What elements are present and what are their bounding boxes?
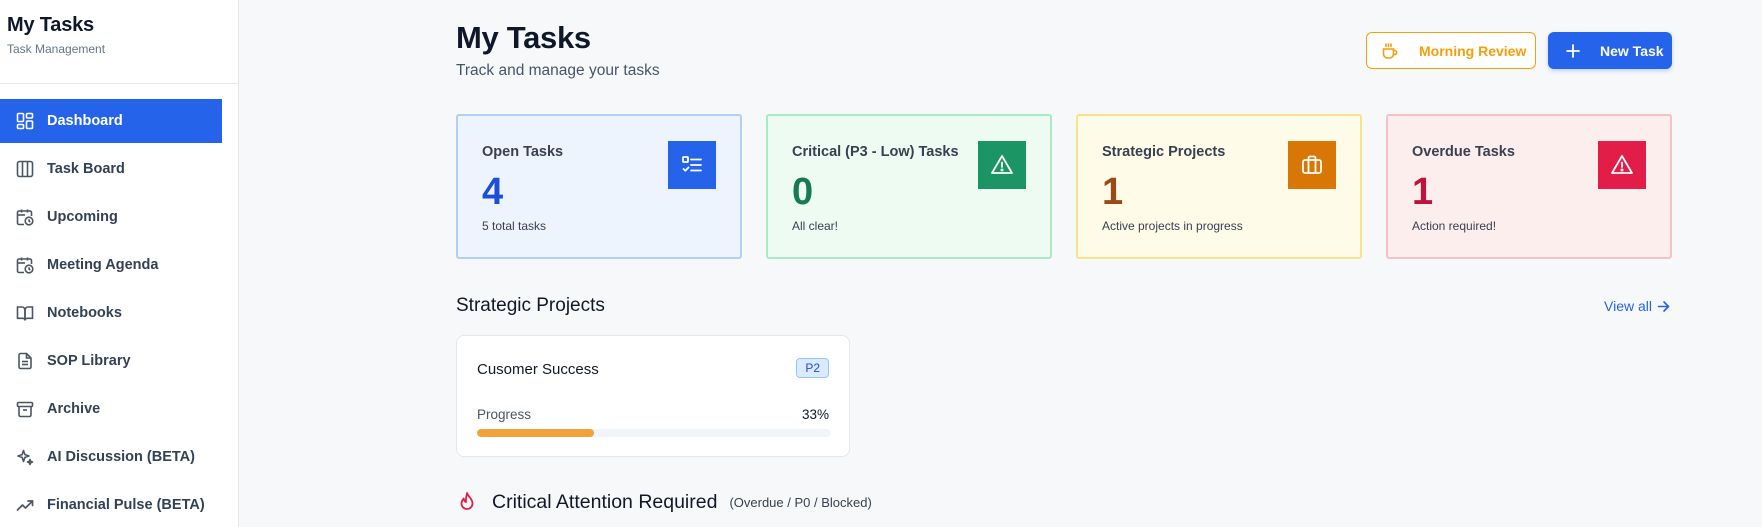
document-icon xyxy=(15,351,35,371)
sparkles-icon xyxy=(15,447,35,467)
stat-note: Action required! xyxy=(1412,219,1497,233)
new-task-label: New Task xyxy=(1600,42,1664,59)
stat-label: Strategic Projects xyxy=(1102,144,1226,160)
stat-label: Overdue Tasks xyxy=(1412,144,1515,160)
archive-icon xyxy=(15,399,35,419)
sidebar-item-upcoming[interactable]: Upcoming xyxy=(0,195,222,239)
flame-icon xyxy=(456,490,480,514)
arrow-right-icon xyxy=(1657,300,1670,313)
critical-attention-title: Critical Attention Required xyxy=(492,490,718,513)
page-subtitle: Track and manage your tasks xyxy=(456,62,660,79)
strategic-projects-heading: Strategic Projects xyxy=(456,295,605,316)
progress-percent: 33% xyxy=(801,407,829,422)
warning-icon xyxy=(1598,141,1646,189)
dashboard-icon xyxy=(15,111,35,131)
app-title: My Tasks xyxy=(7,14,94,36)
sidebar-item-label: Task Board xyxy=(47,161,125,177)
sidebar-item-label: Dashboard xyxy=(47,113,123,129)
plus-icon xyxy=(1566,43,1582,59)
sidebar-item-label: Archive xyxy=(47,401,101,417)
trending-up-icon xyxy=(15,495,35,515)
calendar-clock-icon xyxy=(15,255,35,275)
columns-icon xyxy=(15,159,35,179)
stat-card-critical-tasks[interactable]: Critical (P3 - Low) Tasks 0 All clear! xyxy=(766,114,1052,259)
sidebar-item-sop-library[interactable]: SOP Library xyxy=(0,339,222,383)
page-title: My Tasks xyxy=(456,20,591,55)
sidebar-item-task-board[interactable]: Task Board xyxy=(0,147,222,191)
stat-value: 1 xyxy=(1412,171,1434,213)
view-all-link[interactable]: View all xyxy=(1604,298,1670,314)
brand: My Tasks Task Management xyxy=(0,0,238,84)
progress-label: Progress xyxy=(477,407,532,422)
stat-card-open-tasks[interactable]: Open Tasks 4 5 total tasks xyxy=(456,114,742,259)
stat-value: 0 xyxy=(792,171,814,213)
sidebar-nav: Dashboard Task Board Upcoming Meeting Ag… xyxy=(0,99,222,527)
sidebar-item-archive[interactable]: Archive xyxy=(0,387,222,431)
stat-note: Active projects in progress xyxy=(1102,219,1243,233)
new-task-button[interactable]: New Task xyxy=(1548,32,1672,69)
briefcase-icon xyxy=(1288,141,1336,189)
view-all-label: View all xyxy=(1604,298,1652,314)
progress-bar-fill xyxy=(477,429,594,437)
project-name: Cusomer Success xyxy=(477,361,599,378)
stat-value: 4 xyxy=(482,171,504,213)
calendar-clock-icon xyxy=(15,207,35,227)
sidebar-item-notebooks[interactable]: Notebooks xyxy=(0,291,222,335)
progress-bar xyxy=(477,429,831,437)
sidebar-item-dashboard[interactable]: Dashboard xyxy=(0,99,222,143)
stat-label: Open Tasks xyxy=(482,144,564,160)
critical-attention-header: Critical Attention Required (Overdue / P… xyxy=(456,490,872,514)
warning-icon xyxy=(978,141,1026,189)
sidebar-item-financial-pulse[interactable]: Financial Pulse (BETA) xyxy=(0,483,222,527)
sidebar-item-label: Meeting Agenda xyxy=(47,257,159,273)
app-subtitle: Task Management xyxy=(7,42,106,56)
stat-note: All clear! xyxy=(792,219,839,233)
sidebar-item-label: AI Discussion (BETA) xyxy=(47,449,195,465)
stat-card-overdue-tasks[interactable]: Overdue Tasks 1 Action required! xyxy=(1386,114,1672,259)
book-open-icon xyxy=(15,303,35,323)
stat-card-strategic-projects[interactable]: Strategic Projects 1 Active projects in … xyxy=(1076,114,1362,259)
sidebar-item-label: SOP Library xyxy=(47,353,131,369)
morning-review-label: Morning Review xyxy=(1419,42,1527,59)
morning-review-button[interactable]: Morning Review xyxy=(1366,32,1536,69)
priority-badge: P2 xyxy=(796,358,829,378)
sidebar-item-ai-discussion[interactable]: AI Discussion (BETA) xyxy=(0,435,222,479)
sidebar-item-label: Financial Pulse (BETA) xyxy=(47,497,205,513)
checklist-icon xyxy=(668,141,716,189)
project-card[interactable]: Cusomer Success P2 Progress 33% xyxy=(456,335,850,457)
sidebar-item-label: Upcoming xyxy=(47,209,118,225)
stat-note: 5 total tasks xyxy=(482,219,547,233)
sidebar: My Tasks Task Management Dashboard Task … xyxy=(0,0,239,527)
sidebar-item-meeting-agenda[interactable]: Meeting Agenda xyxy=(0,243,222,287)
stat-value: 1 xyxy=(1102,171,1124,213)
stat-label: Critical (P3 - Low) Tasks xyxy=(792,144,959,160)
sidebar-item-label: Notebooks xyxy=(47,305,122,321)
coffee-icon xyxy=(1381,42,1399,60)
critical-attention-subtitle: (Overdue / P0 / Blocked) xyxy=(729,494,872,510)
